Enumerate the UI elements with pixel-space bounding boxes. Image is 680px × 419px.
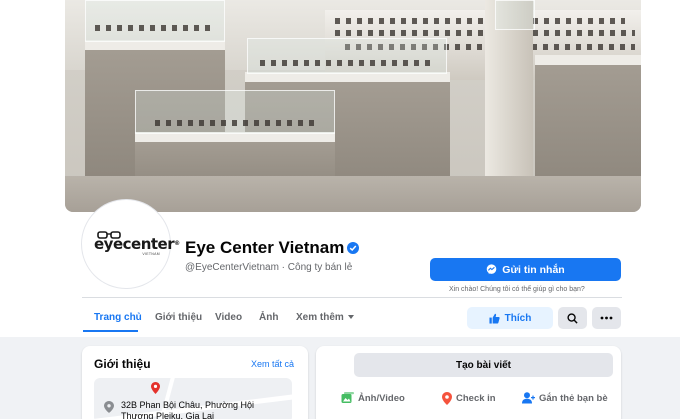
glasses-icon xyxy=(97,231,121,239)
map-pin-icon xyxy=(151,382,160,394)
like-button[interactable]: Thích xyxy=(467,307,553,329)
verified-badge-icon xyxy=(347,242,359,254)
page-title: Eye Center Vietnam xyxy=(185,238,345,257)
intro-title: Giới thiệu xyxy=(94,357,151,371)
thumbs-up-icon xyxy=(489,313,500,324)
tab-about[interactable]: Giới thiệu xyxy=(155,312,202,323)
tag-friends-label: Gắn thẻ bạn bè xyxy=(539,392,608,404)
tab-videos[interactable]: Video xyxy=(215,312,242,323)
location-icon xyxy=(104,401,114,413)
logo-registered: ® xyxy=(174,240,180,247)
create-post-button[interactable]: Tạo bài viết xyxy=(354,353,613,377)
check-in-label: Check in xyxy=(456,393,496,404)
tag-friends-action[interactable]: Gắn thẻ bạn bè xyxy=(522,392,608,404)
more-options-button[interactable] xyxy=(592,307,621,329)
location-pin-icon xyxy=(442,392,452,405)
more-horizontal-icon xyxy=(600,316,613,320)
address-text: 32B Phan Bội Châu, Phường Hội Thương Ple… xyxy=(121,400,255,419)
search-button[interactable] xyxy=(558,307,587,329)
tab-more[interactable]: Xem thêm xyxy=(296,312,354,323)
send-message-button[interactable]: Gửi tin nhắn xyxy=(430,258,621,281)
photo-video-action[interactable]: Ảnh/Video xyxy=(341,392,405,404)
page-avatar[interactable]: eyecenter® VIETNAM xyxy=(82,200,180,288)
message-hint: Xin chào! Chúng tôi có thể giúp gì cho b… xyxy=(449,286,585,293)
check-in-action[interactable]: Check in xyxy=(442,392,496,405)
send-message-label: Gửi tin nhắn xyxy=(502,263,565,276)
page-handle: @EyeCenterVietnam · Công ty bán lẻ xyxy=(185,262,353,273)
search-icon xyxy=(567,312,578,324)
photo-video-label: Ảnh/Video xyxy=(358,392,405,404)
see-all-link[interactable]: Xem tất cả xyxy=(251,359,294,369)
tab-more-label: Xem thêm xyxy=(296,312,344,323)
cover-photo[interactable] xyxy=(65,0,641,212)
messenger-icon xyxy=(487,264,497,275)
chevron-down-icon xyxy=(347,315,354,320)
tab-home[interactable]: Trang chủ xyxy=(94,312,142,323)
photo-video-icon xyxy=(341,392,354,403)
header-divider xyxy=(82,297,622,298)
tab-photos[interactable]: Ảnh xyxy=(259,312,278,323)
active-tab-indicator xyxy=(83,330,138,332)
tag-friends-icon xyxy=(522,392,535,404)
eyecenter-logo: eyecenter® VIETNAM xyxy=(94,231,180,256)
like-label: Thích xyxy=(504,312,532,324)
